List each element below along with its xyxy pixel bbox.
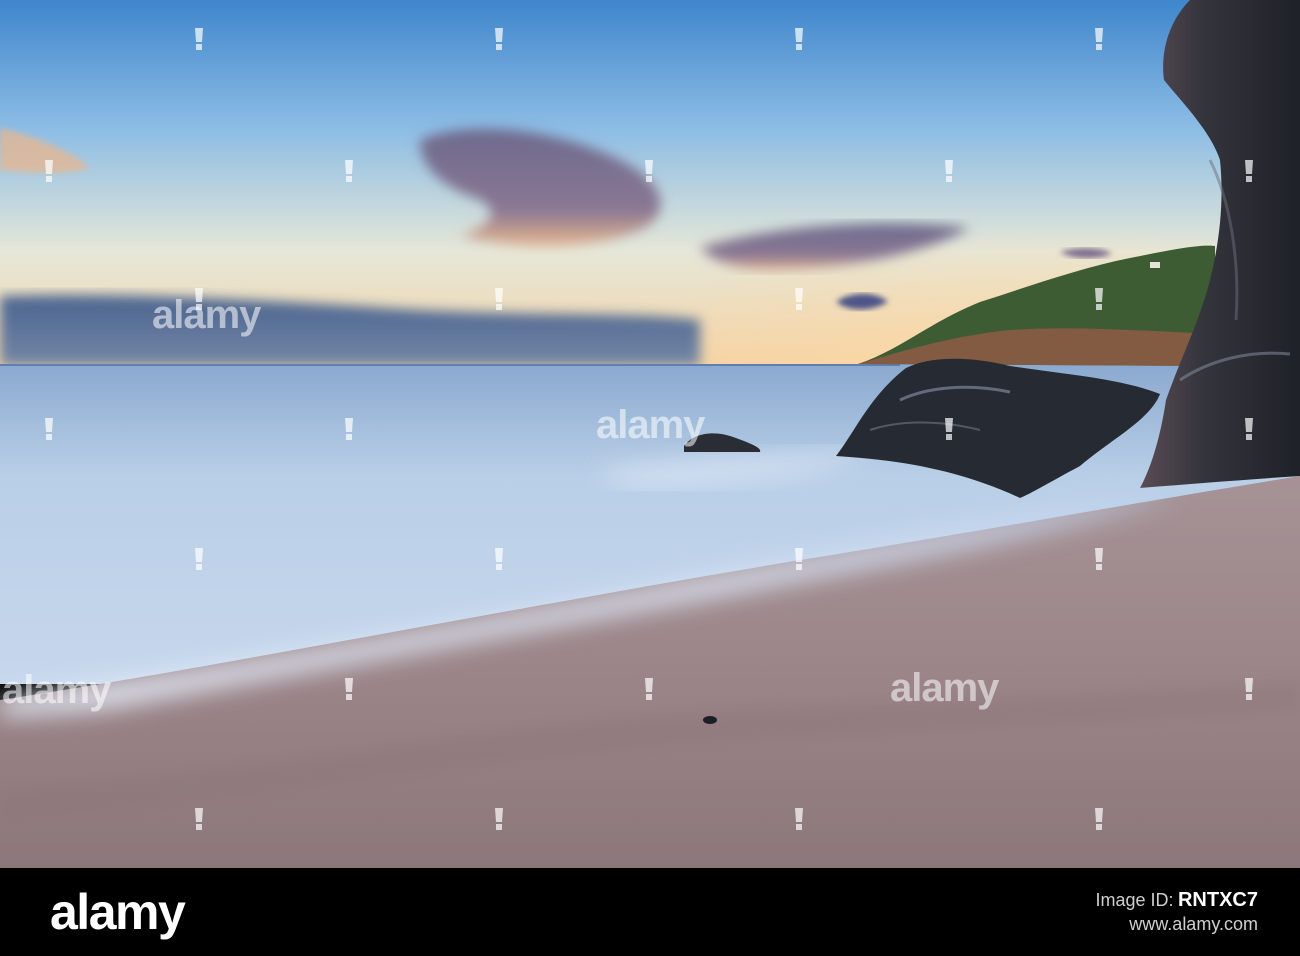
brand-logo[interactable]: alamy bbox=[50, 887, 186, 937]
image-meta: Image ID: RNTXC7 www.alamy.com bbox=[1096, 888, 1259, 936]
site-url[interactable]: www.alamy.com bbox=[1096, 913, 1258, 936]
pebble bbox=[703, 716, 717, 724]
footer-bar: alamy Image ID: RNTXC7 www.alamy.com bbox=[0, 868, 1300, 956]
house bbox=[1150, 262, 1160, 268]
image-id-value: RNTXC7 bbox=[1177, 889, 1258, 912]
image-id-label: Image ID: bbox=[1095, 890, 1174, 911]
beach-photo bbox=[0, 0, 1300, 868]
photo-frame: alamy alamy alamy alamy alamy Image ID: … bbox=[0, 0, 1300, 956]
image-id-line: Image ID: RNTXC7 bbox=[1096, 888, 1259, 913]
